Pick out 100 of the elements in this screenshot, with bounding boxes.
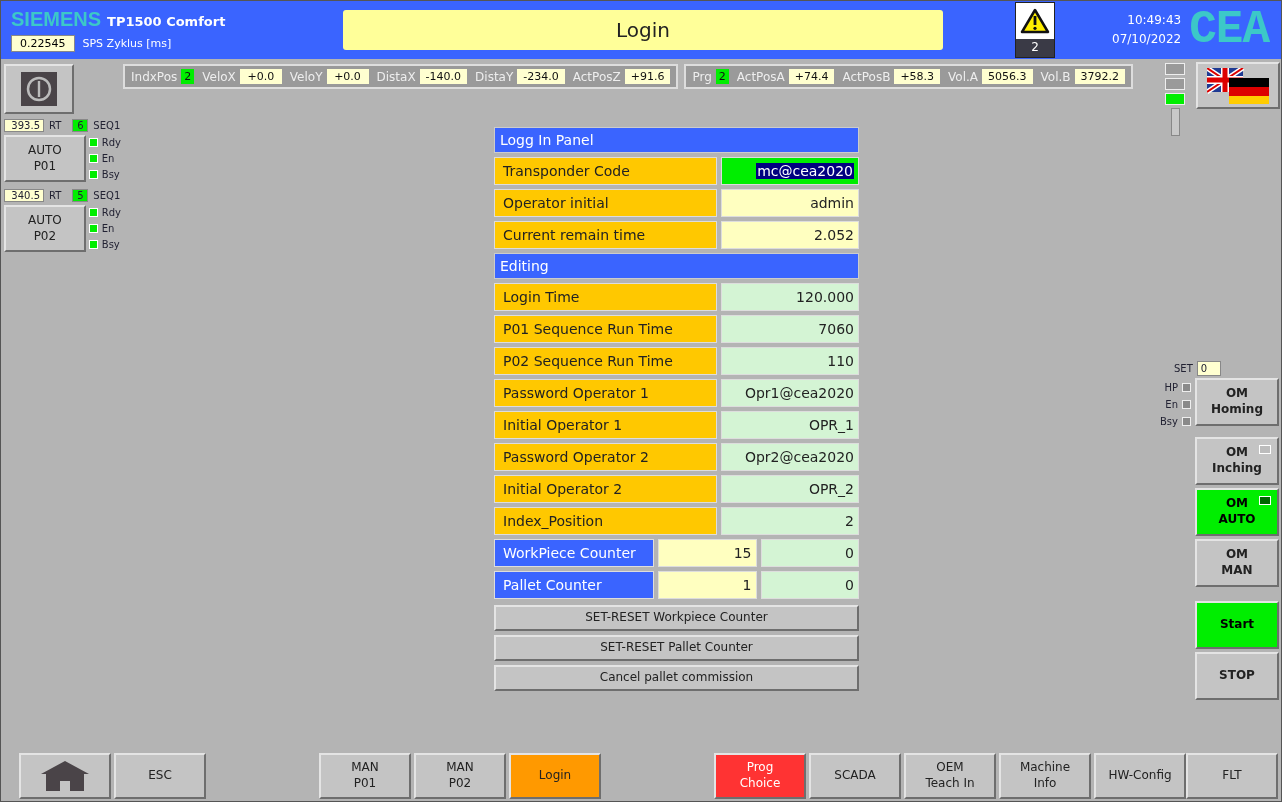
value-field[interactable]: 2 xyxy=(721,507,859,535)
status-value: +0.0 xyxy=(239,69,282,84)
power-button[interactable] xyxy=(4,64,74,114)
nav-button[interactable]: Login xyxy=(509,753,601,799)
field-label: Password Operator 1 xyxy=(494,379,717,407)
status-label: Bsy xyxy=(101,169,120,180)
sequence-step: 6 xyxy=(72,119,89,132)
field-label: Login Time xyxy=(494,283,717,311)
action-button[interactable]: SET-RESET Workpiece Counter xyxy=(494,605,859,631)
status-label: Vol.A xyxy=(948,69,979,84)
field-label: Current remain time xyxy=(494,221,717,249)
set-label: SET xyxy=(1174,363,1193,374)
status-value: +74.4 xyxy=(788,69,835,84)
value-field[interactable]: 1 xyxy=(658,571,757,599)
value-field[interactable]: 2.052 xyxy=(721,221,859,249)
field-label: Index_Position xyxy=(494,507,717,535)
nav-button[interactable]: OEM Teach In xyxy=(904,753,996,799)
value-field[interactable]: mc@cea2020 xyxy=(721,157,859,185)
status-label: HP xyxy=(1164,382,1178,393)
status-label: En xyxy=(1165,399,1178,410)
panel-model: TP1500 Comfort xyxy=(107,14,226,29)
mode-button[interactable]: OM AUTO xyxy=(1195,488,1279,536)
field-label: Password Operator 2 xyxy=(494,443,717,471)
clock-date: 07/10/2022 xyxy=(1112,31,1182,48)
value-field[interactable]: 0 xyxy=(760,539,859,567)
cycle-time-value: 0.22545 xyxy=(11,35,75,52)
status-label: VeloY xyxy=(289,69,323,84)
sequence-label: SEQ1 xyxy=(93,120,121,131)
value-field[interactable]: admin xyxy=(721,189,859,217)
status-label: ActPosB xyxy=(842,69,891,84)
nav-button[interactable]: MAN P01 xyxy=(319,753,411,799)
nav-button[interactable]: ESC xyxy=(114,753,206,799)
field-label: WorkPiece Counter xyxy=(494,539,654,567)
auto-mode-button[interactable]: AUTO P02 xyxy=(4,205,86,252)
status-label: IndxPos xyxy=(131,69,178,84)
nav-button[interactable]: MAN P02 xyxy=(414,753,506,799)
status-label: ActPosZ xyxy=(572,69,621,84)
status-value: +0.0 xyxy=(326,69,369,84)
status-label: VeloX xyxy=(202,69,236,84)
status-value: -140.0 xyxy=(419,69,468,84)
mode-button[interactable]: OM MAN xyxy=(1195,539,1279,587)
value-field[interactable]: 110 xyxy=(721,347,859,375)
home-button[interactable] xyxy=(19,753,111,799)
status-value: -234.0 xyxy=(517,69,565,84)
field-label: Transponder Code xyxy=(494,157,717,185)
value-field[interactable]: 120.000 xyxy=(721,283,859,311)
field-label: P01 Sequence Run Time xyxy=(494,315,717,343)
status-label: Vol.B xyxy=(1040,69,1071,84)
power-icon xyxy=(21,72,57,106)
status-value: +91.6 xyxy=(624,69,671,84)
status-label: Rdy xyxy=(101,137,121,148)
status-value: 3792.2 xyxy=(1074,69,1126,84)
mode-button[interactable]: OM Homing xyxy=(1195,378,1279,426)
field-label: Initial Operator 1 xyxy=(494,411,717,439)
index-value: 2 xyxy=(715,69,729,84)
value-field[interactable]: Opr2@cea2020 xyxy=(721,443,859,471)
section-header: Logg In Panel xyxy=(494,127,859,153)
value-field[interactable]: 7060 xyxy=(721,315,859,343)
status-label: DistaX xyxy=(376,69,416,84)
nav-button[interactable]: HW-Config xyxy=(1094,753,1186,799)
nav-button[interactable]: Prog Choice xyxy=(714,753,806,799)
nav-button[interactable]: FLT xyxy=(1186,753,1278,799)
status-label: Prg xyxy=(692,69,712,84)
sequence-label: SEQ1 xyxy=(93,190,121,201)
value-field[interactable]: 15 xyxy=(658,539,757,567)
status-label: En xyxy=(101,223,115,234)
status-label: DistaY xyxy=(475,69,514,84)
start-button[interactable]: Start xyxy=(1195,601,1279,649)
status-label: Bsy xyxy=(101,239,120,250)
stop-button[interactable]: STOP xyxy=(1195,652,1279,700)
field-label: Operator initial xyxy=(494,189,717,217)
mode-button[interactable]: OM Inching xyxy=(1195,437,1279,485)
auto-mode-button[interactable]: AUTO P01 xyxy=(4,135,86,182)
clock-time: 10:49:43 xyxy=(1126,12,1182,29)
value-field[interactable]: OPR_2 xyxy=(721,475,859,503)
field-label: Pallet Counter xyxy=(494,571,654,599)
alarm-indicator[interactable]: 2 xyxy=(1015,2,1055,58)
value-field[interactable]: OPR_1 xyxy=(721,411,859,439)
nav-button[interactable]: SCADA xyxy=(809,753,901,799)
status-label: ActPosA xyxy=(736,69,785,84)
runtime-label: RT xyxy=(49,190,62,201)
nav-button[interactable]: Machine Info xyxy=(999,753,1091,799)
brand-logo: SIEMENS xyxy=(11,8,102,31)
status-label: Rdy xyxy=(101,207,121,218)
runtime-value: 393.5 xyxy=(4,119,44,132)
language-button[interactable] xyxy=(1196,62,1280,109)
status-label: En xyxy=(101,153,115,164)
field-label: Initial Operator 2 xyxy=(494,475,717,503)
action-button[interactable]: Cancel pallet commission xyxy=(494,665,859,691)
screen-title: Login xyxy=(343,10,943,50)
status-value: 5056.3 xyxy=(982,69,1033,84)
field-label: P02 Sequence Run Time xyxy=(494,347,717,375)
status-label: Bsy xyxy=(1160,416,1178,427)
home-icon xyxy=(40,760,90,792)
index-value: 2 xyxy=(181,69,195,84)
value-field[interactable]: 0 xyxy=(760,571,859,599)
runtime-label: RT xyxy=(49,120,62,131)
value-field[interactable]: Opr1@cea2020 xyxy=(721,379,859,407)
set-value: 0 xyxy=(1196,361,1221,376)
action-button[interactable]: SET-RESET Pallet Counter xyxy=(494,635,859,661)
